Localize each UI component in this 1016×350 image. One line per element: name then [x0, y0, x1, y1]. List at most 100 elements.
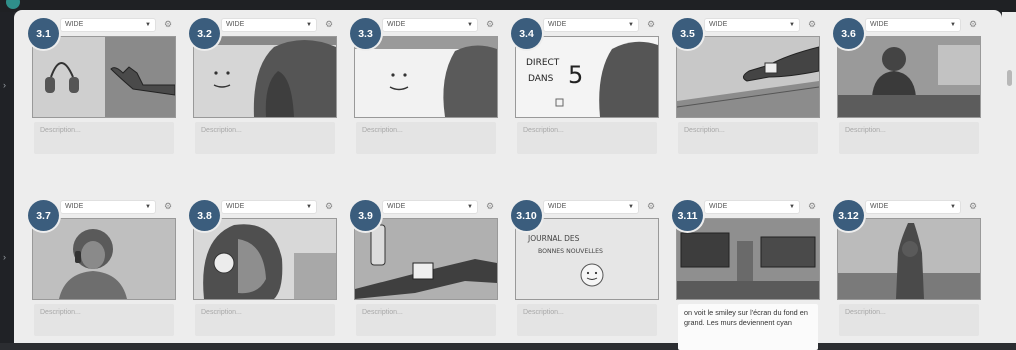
- gear-icon[interactable]: ⚙: [323, 18, 335, 30]
- sketch-journal-page: JOURNAL DES BONNES NOUVELLES: [516, 219, 658, 299]
- panel-number-badge: 3.11: [672, 200, 703, 231]
- gear-icon[interactable]: ⚙: [806, 18, 818, 30]
- description-field[interactable]: Description...: [678, 122, 818, 154]
- panel-3-6[interactable]: 3.6 WIDE ▼ ⚙ Description...: [833, 14, 981, 154]
- panel-image[interactable]: [676, 36, 820, 118]
- panel-number-badge: 3.6: [833, 18, 864, 49]
- chevron-right-icon[interactable]: ›: [3, 80, 6, 90]
- gear-icon[interactable]: ⚙: [484, 200, 496, 212]
- sketch-white-screen-smiley: [355, 37, 497, 117]
- panel-3-9[interactable]: 3.9 WIDE ▼ ⚙ Description...: [350, 196, 498, 336]
- description-field[interactable]: Description...: [34, 304, 174, 336]
- panel-3-2[interactable]: 3.2 WIDE ▼ ⚙ Description...: [189, 14, 337, 154]
- chevron-down-icon: ▼: [789, 22, 795, 28]
- right-scrollbar[interactable]: [1002, 12, 1016, 343]
- chevron-down-icon: ▼: [145, 22, 151, 28]
- chevron-down-icon: ▼: [628, 204, 634, 210]
- panel-number-badge: 3.8: [189, 200, 220, 231]
- sketch-person-at-desk-back: [838, 37, 980, 117]
- frame-handwriting: BONNES NOUVELLES: [538, 248, 603, 255]
- panel-image[interactable]: [676, 218, 820, 300]
- chevron-down-icon: ▼: [145, 204, 151, 210]
- shot-type-value: WIDE: [548, 21, 567, 28]
- panel-image[interactable]: [837, 218, 981, 300]
- gear-icon[interactable]: ⚙: [967, 18, 979, 30]
- shot-type-value: WIDE: [548, 203, 567, 210]
- panel-image[interactable]: [193, 218, 337, 300]
- description-field[interactable]: Description...: [356, 122, 496, 154]
- shot-type-select[interactable]: WIDE ▼: [60, 200, 156, 214]
- description-field[interactable]: Description...: [839, 122, 979, 154]
- gear-icon[interactable]: ⚙: [162, 18, 174, 30]
- description-field[interactable]: Description...: [517, 304, 657, 336]
- description-field[interactable]: Description...: [34, 122, 174, 154]
- panel-image[interactable]: [837, 36, 981, 118]
- panel-3-11[interactable]: 3.11 WIDE ▼ ⚙ on voit le smiley sur l'écr…: [672, 196, 820, 350]
- shot-type-select[interactable]: WIDE ▼: [221, 18, 317, 32]
- shot-type-select[interactable]: WIDE ▼: [704, 200, 800, 214]
- description-field[interactable]: Description...: [195, 122, 335, 154]
- panel-3-5[interactable]: 3.5 WIDE ▼ ⚙ Description...: [672, 14, 820, 154]
- gear-icon[interactable]: ⚙: [484, 18, 496, 30]
- panel-3-7[interactable]: 3.7 WIDE ▼ ⚙ Description...: [28, 196, 176, 336]
- description-field[interactable]: Description...: [839, 304, 979, 336]
- panel-3-12[interactable]: 3.12 WIDE ▼ ⚙ Description...: [833, 196, 981, 336]
- frame-handwriting: JOURNAL DES: [527, 234, 580, 243]
- panel-3-10[interactable]: 3.10 WIDE ▼ ⚙ JOURNAL DES BONNES NOUVELLE…: [511, 196, 659, 336]
- panel-image[interactable]: [32, 36, 176, 118]
- shot-type-value: WIDE: [870, 21, 889, 28]
- shot-type-select[interactable]: WIDE ▼: [704, 18, 800, 32]
- panel-grid: 3.1 WIDE ▼ ⚙ Description... 3.2 WIDE ▼ ⚙: [28, 14, 981, 350]
- shot-type-select[interactable]: WIDE ▼: [382, 18, 478, 32]
- gear-icon[interactable]: ⚙: [967, 200, 979, 212]
- panel-number-badge: 3.10: [511, 200, 542, 231]
- description-field[interactable]: Description...: [195, 304, 335, 336]
- panel-3-1[interactable]: 3.1 WIDE ▼ ⚙ Description...: [28, 14, 176, 154]
- panel-image[interactable]: [354, 218, 498, 300]
- chevron-down-icon: ▼: [467, 204, 473, 210]
- panel-3-3[interactable]: 3.3 WIDE ▼ ⚙ Description...: [350, 14, 498, 154]
- shot-type-select[interactable]: WIDE ▼: [865, 18, 961, 32]
- shot-type-select[interactable]: WIDE ▼: [543, 200, 639, 214]
- gear-icon[interactable]: ⚙: [645, 200, 657, 212]
- panel-image[interactable]: [193, 36, 337, 118]
- scrollbar-thumb[interactable]: [1007, 70, 1012, 86]
- shot-type-select[interactable]: WIDE ▼: [221, 200, 317, 214]
- chevron-down-icon: ▼: [789, 204, 795, 210]
- sketch-control-room-screens: [677, 219, 819, 299]
- panel-image[interactable]: [354, 36, 498, 118]
- sketch-person-arms-raised: [838, 219, 980, 299]
- chevron-down-icon: ▼: [306, 204, 312, 210]
- chevron-down-icon: ▼: [950, 204, 956, 210]
- sketch-bottle-and-watch: [355, 219, 497, 299]
- sketch-countdown-screen: DIRECT DANS 5: [516, 37, 658, 117]
- frame-handwriting: DIRECT: [526, 58, 560, 68]
- panel-number-badge: 3.12: [833, 200, 864, 231]
- gear-icon[interactable]: ⚙: [645, 18, 657, 30]
- shot-type-value: WIDE: [226, 21, 245, 28]
- description-field[interactable]: on voit le smiley sur l'écran du fond en…: [678, 304, 818, 350]
- chevron-down-icon: ▼: [950, 22, 956, 28]
- panel-3-8[interactable]: 3.8 WIDE ▼ ⚙ Description...: [189, 196, 337, 336]
- panel-image[interactable]: JOURNAL DES BONNES NOUVELLES: [515, 218, 659, 300]
- shot-type-select[interactable]: WIDE ▼: [543, 18, 639, 32]
- gear-icon[interactable]: ⚙: [162, 200, 174, 212]
- sketch-hand-on-console: [677, 37, 819, 117]
- panel-image[interactable]: [32, 218, 176, 300]
- description-field[interactable]: Description...: [517, 122, 657, 154]
- storyboard-board: 3.1 WIDE ▼ ⚙ Description... 3.2 WIDE ▼ ⚙: [14, 10, 1002, 350]
- panel-number-badge: 3.7: [28, 200, 59, 231]
- shot-type-select[interactable]: WIDE ▼: [382, 200, 478, 214]
- chevron-right-icon[interactable]: ›: [3, 252, 6, 262]
- sketch-screen-smiley-person: [194, 37, 336, 117]
- shot-type-value: WIDE: [709, 21, 728, 28]
- description-field[interactable]: Description...: [356, 304, 496, 336]
- panel-3-4[interactable]: 3.4 WIDE ▼ ⚙ DIRECT DANS 5 Description...: [511, 14, 659, 154]
- shot-type-value: WIDE: [226, 203, 245, 210]
- gear-icon[interactable]: ⚙: [323, 200, 335, 212]
- gear-icon[interactable]: ⚙: [806, 200, 818, 212]
- panel-image[interactable]: DIRECT DANS 5: [515, 36, 659, 118]
- shot-type-select[interactable]: WIDE ▼: [865, 200, 961, 214]
- panel-number-badge: 3.1: [28, 18, 59, 49]
- shot-type-select[interactable]: WIDE ▼: [60, 18, 156, 32]
